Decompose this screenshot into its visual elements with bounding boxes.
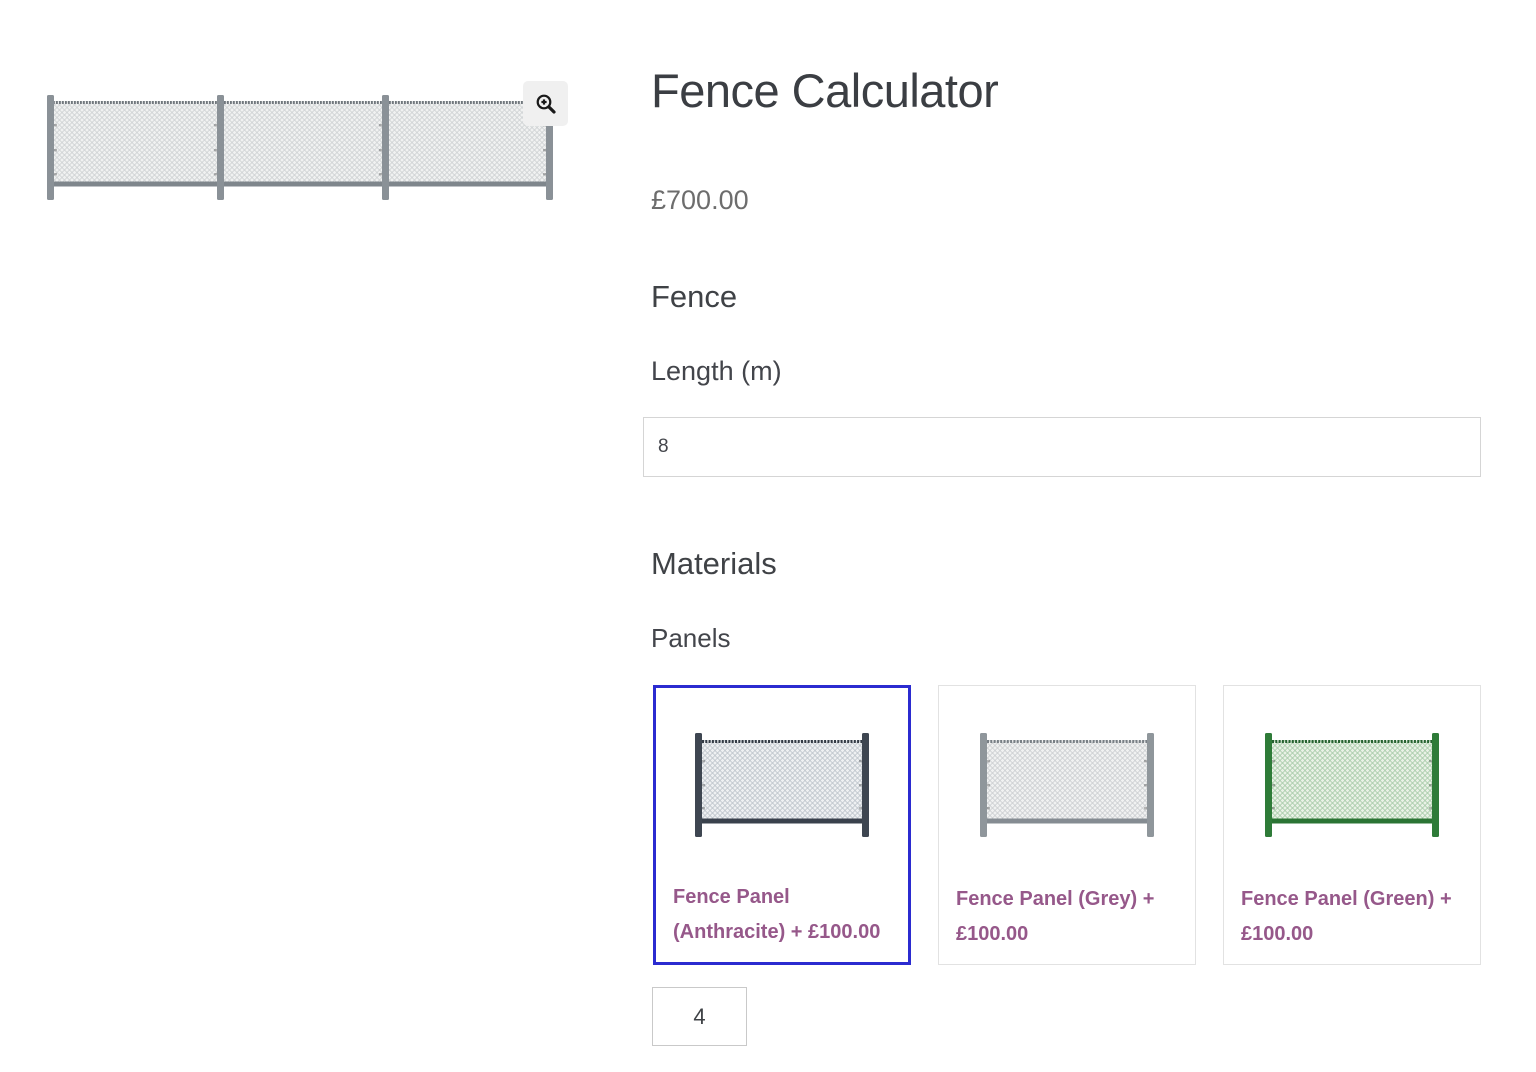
panels-label: Panels: [651, 623, 731, 654]
panel-option-grey[interactable]: Fence Panel (Grey) + £100.00: [938, 685, 1196, 965]
product-image[interactable]: [47, 95, 553, 201]
fence-post: [695, 733, 702, 837]
fence-post: [382, 95, 389, 200]
product-gallery: [47, 95, 553, 201]
fence-mesh: [702, 740, 862, 821]
fence-post: [980, 733, 987, 837]
fence-post: [1432, 733, 1439, 837]
length-input[interactable]: [643, 417, 1481, 477]
fence-bottom-rail: [980, 819, 1154, 824]
fence-post: [1265, 733, 1272, 837]
fence-bottom-rail: [1265, 819, 1439, 824]
fence-mesh: [50, 101, 550, 185]
fence-panel-anthracite-image: [695, 733, 869, 837]
magnifier-plus-icon: [534, 92, 558, 116]
fence-post: [217, 95, 224, 200]
panel-options: Fence Panel (Anthracite) + £100.00 Fence…: [653, 685, 1481, 965]
panel-option-label: Fence Panel (Grey) + £100.00: [956, 882, 1185, 952]
panel-quantity-input[interactable]: [652, 987, 747, 1046]
length-label: Length (m): [651, 356, 782, 387]
fence-section-heading: Fence: [651, 279, 737, 315]
product-price: £700.00: [651, 185, 749, 216]
materials-section-heading: Materials: [651, 546, 777, 582]
fence-panel-green-image: [1265, 733, 1439, 837]
fence-bottom-rail: [695, 819, 869, 824]
panel-option-green[interactable]: Fence Panel (Green) + £100.00: [1223, 685, 1481, 965]
fence-post: [862, 733, 869, 837]
panel-option-label: Fence Panel (Anthracite) + £100.00: [673, 880, 898, 950]
page-title: Fence Calculator: [651, 60, 998, 121]
fence-bottom-rail: [47, 182, 553, 187]
panel-option-label: Fence Panel (Green) + £100.00: [1241, 882, 1470, 952]
fence-panel-grey-image: [980, 733, 1154, 837]
fence-mesh: [1272, 740, 1432, 821]
image-zoom-button[interactable]: [523, 81, 568, 126]
fence-mesh: [987, 740, 1147, 821]
fence-post: [1147, 733, 1154, 837]
fence-post: [47, 95, 54, 200]
panel-option-anthracite[interactable]: Fence Panel (Anthracite) + £100.00: [653, 685, 911, 965]
